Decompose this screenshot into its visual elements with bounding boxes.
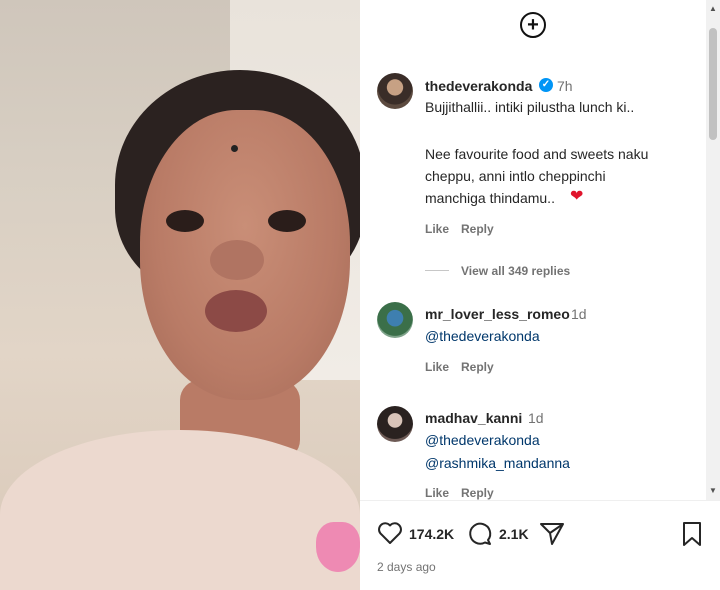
nose bbox=[210, 240, 264, 280]
comment-reply-button[interactable]: Reply bbox=[461, 486, 494, 500]
commenter-avatar[interactable] bbox=[377, 406, 413, 442]
bindi bbox=[231, 145, 238, 152]
mention-link[interactable]: @thedeverakonda bbox=[425, 432, 540, 448]
post-video[interactable] bbox=[0, 0, 360, 590]
author-avatar[interactable] bbox=[377, 73, 413, 109]
comments-count[interactable]: 2.1K bbox=[499, 526, 529, 542]
commenter-username[interactable]: madhav_kanni bbox=[425, 410, 522, 426]
speech-bubble-icon[interactable] bbox=[467, 521, 493, 547]
comment-age[interactable]: 1d bbox=[571, 306, 587, 322]
comments-scrollbar[interactable]: ▲ ▼ bbox=[706, 0, 720, 500]
replies-divider bbox=[425, 270, 449, 271]
commenter-avatar[interactable] bbox=[377, 302, 413, 338]
heart-icon[interactable] bbox=[377, 521, 403, 545]
scroll-up-icon[interactable]: ▲ bbox=[709, 4, 717, 13]
post-date[interactable]: 2 days ago bbox=[377, 560, 436, 574]
child-shirt bbox=[0, 430, 360, 590]
likes-count[interactable]: 174.2K bbox=[409, 526, 454, 542]
scroll-down-icon[interactable]: ▼ bbox=[709, 486, 717, 495]
post-age[interactable]: 7h bbox=[557, 78, 573, 94]
author-username[interactable]: thedeverakonda bbox=[425, 78, 532, 94]
mention-link[interactable]: @rashmika_mandanna bbox=[425, 455, 570, 471]
shirt-pattern bbox=[316, 522, 360, 572]
view-replies-button[interactable]: View all 349 replies bbox=[461, 264, 570, 278]
caption-like-button[interactable]: Like bbox=[425, 222, 449, 236]
verified-badge-icon: ✓ bbox=[539, 78, 553, 92]
comment-age[interactable]: 1d bbox=[528, 410, 544, 426]
caption-line: cheppu, anni intlo cheppinchi bbox=[425, 168, 606, 184]
caption-reply-button[interactable]: Reply bbox=[461, 222, 494, 236]
bookmark-icon[interactable] bbox=[681, 521, 703, 547]
plus-circle-icon[interactable]: + bbox=[520, 12, 546, 38]
scrollbar-thumb[interactable] bbox=[709, 28, 717, 140]
red-heart-emoji: ❤ bbox=[570, 188, 584, 205]
caption-line: Nee favourite food and sweets naku bbox=[425, 146, 649, 162]
comment-like-button[interactable]: Like bbox=[425, 360, 449, 374]
comment-like-button[interactable]: Like bbox=[425, 486, 449, 500]
right-eye bbox=[268, 210, 306, 232]
left-eye bbox=[166, 210, 204, 232]
mention-link[interactable]: @thedeverakonda bbox=[425, 328, 540, 344]
caption-line: Bujjithallii.. intiki pilustha lunch ki.… bbox=[425, 99, 635, 115]
comment-reply-button[interactable]: Reply bbox=[461, 360, 494, 374]
caption-line: manchiga thindamu.. bbox=[425, 190, 555, 206]
mouth bbox=[205, 290, 267, 332]
actions-divider bbox=[360, 500, 720, 501]
paper-plane-icon[interactable] bbox=[539, 522, 565, 546]
commenter-username[interactable]: mr_lover_less_romeo bbox=[425, 306, 570, 322]
